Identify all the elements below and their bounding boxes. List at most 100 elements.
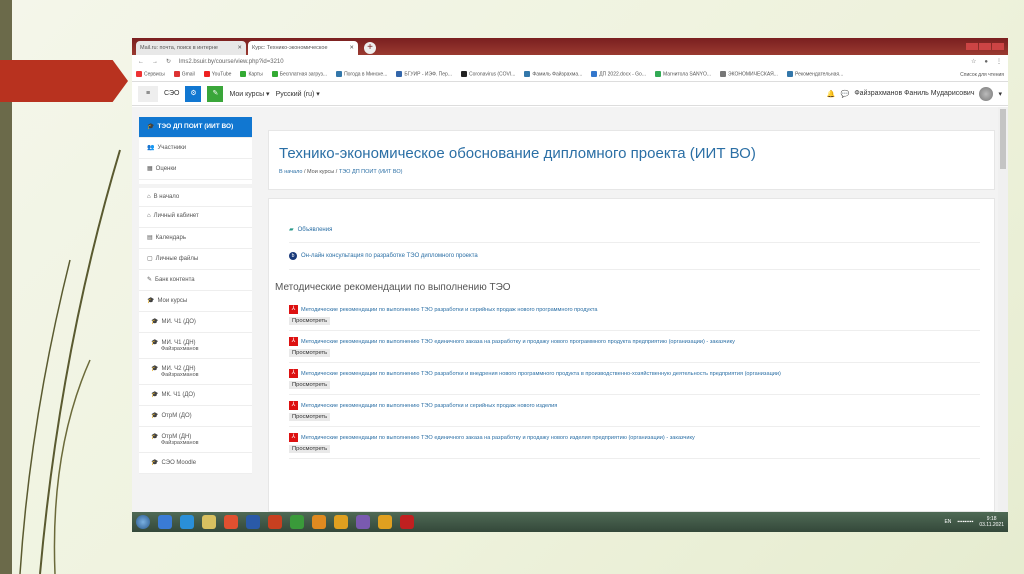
site-name[interactable]: СЭО — [164, 90, 179, 97]
pdf-icon: ⅄ — [289, 305, 298, 314]
sidebar-item[interactable]: 🎓 ОтрМ (ДН) Файзрахманов — [139, 427, 252, 453]
url-input[interactable]: lms2.bsuir.by/course/view.php?id=3210 — [179, 59, 963, 65]
taskbar-app-icon[interactable] — [334, 515, 348, 529]
sidebar-item[interactable]: 🎓 ОтрМ (ДО) — [139, 406, 252, 427]
course-content: ▰ Объявления b Он-лайн консультация по раз… — [268, 198, 995, 512]
sidebar-item[interactable]: ▦ Оценки — [139, 159, 252, 180]
start-button[interactable] — [136, 515, 150, 529]
bookmark-item[interactable]: Погода в Минске... — [336, 71, 387, 78]
resource-link[interactable]: Методические рекомендации по выполнению … — [301, 339, 735, 345]
taskbar-app-icon[interactable] — [312, 515, 326, 529]
menu-icon[interactable]: ⋮ — [996, 58, 1002, 65]
close-icon[interactable]: ✕ — [237, 45, 242, 51]
sidebar-item-label: Оценки — [155, 166, 177, 172]
taskbar-app-icon[interactable] — [180, 515, 194, 529]
taskbar-app-icon[interactable] — [224, 515, 238, 529]
language-menu[interactable]: Русский (ru) ▾ — [276, 90, 320, 98]
sidebar-item[interactable]: 🎓 Мои курсы — [139, 291, 252, 312]
bookmark-item[interactable]: Gmail — [173, 71, 195, 78]
back-icon[interactable]: ← — [138, 59, 144, 65]
chevron-down-icon[interactable]: ▾ — [998, 90, 1002, 98]
settings-button[interactable]: ⚙ — [185, 85, 202, 102]
language-indicator[interactable]: EN — [944, 519, 951, 525]
bookmark-item[interactable]: Сервисы — [136, 71, 165, 78]
menu-toggle-button[interactable]: ≡ — [138, 85, 158, 102]
graduation-cap-icon: 🎓 — [151, 460, 159, 466]
activity-link[interactable]: Он-лайн консультация по разработке ТЭО д… — [301, 253, 478, 259]
taskbar-app-icon[interactable] — [268, 515, 282, 529]
chat-icon[interactable]: 💬 — [841, 90, 850, 98]
sidebar-item[interactable]: ⌂ В начало — [139, 184, 252, 207]
bookmark-item[interactable]: Магнитола SANYO... — [655, 71, 711, 78]
avatar[interactable] — [979, 86, 994, 101]
taskbar-app-icon[interactable] — [400, 515, 414, 529]
sidebar-item[interactable]: ⌂ Личный кабинет — [139, 207, 252, 228]
my-courses-menu[interactable]: Мои курсы ▾ — [229, 90, 269, 98]
bell-icon[interactable]: 🔔 — [827, 90, 836, 98]
home-icon: ⌂ — [147, 194, 151, 200]
bookmark-item[interactable]: Бесплатная загруз... — [271, 71, 327, 78]
sidebar-item-label: Мои курсы — [157, 298, 188, 304]
sidebar-item[interactable]: ✎ Банк контента — [139, 270, 252, 291]
sidebar-item[interactable]: 🎓 МК. Ч1 (ДО) — [139, 385, 252, 406]
forward-icon[interactable]: → — [152, 59, 158, 65]
profile-icon[interactable]: ● — [984, 59, 988, 65]
bookmark-item[interactable]: Coronavirus (COVI... — [461, 71, 515, 78]
view-button[interactable]: Просмотреть — [289, 317, 331, 325]
close-icon[interactable]: ✕ — [349, 45, 354, 51]
bookmark-item[interactable]: Карты — [240, 71, 263, 78]
resource-link[interactable]: Методические рекомендации по выполнению … — [301, 371, 781, 377]
sidebar-item[interactable]: 🎓 ТЭО ДП ПОИТ (ИИТ ВО) — [139, 117, 252, 138]
new-tab-button[interactable]: + — [364, 42, 376, 54]
bookmark-icon — [271, 71, 278, 78]
breadcrumb-my-courses[interactable]: Мои курсы — [307, 169, 334, 175]
bookmark-item[interactable]: YouTube — [203, 71, 231, 78]
sidebar-item-label: В начало — [153, 194, 180, 200]
edit-button[interactable]: ✎ — [207, 85, 224, 102]
resource-link[interactable]: Методические рекомендации по выполнению … — [301, 307, 597, 313]
activity-link[interactable]: Объявления — [298, 227, 333, 233]
tab-mail[interactable]: Mail.ru: почта, поиск в интерне ✕ — [136, 41, 246, 55]
user-name[interactable]: Файзрахманов Фаниль Мударисович — [854, 90, 974, 97]
activity-bigbluebutton[interactable]: b Он-лайн консультация по разработке ТЭО … — [289, 243, 980, 270]
taskbar-app-icon[interactable] — [378, 515, 392, 529]
bookmark-item[interactable]: Фамиль Файзрахма... — [524, 71, 582, 78]
scrollbar[interactable] — [998, 107, 1008, 512]
taskbar-app-icon[interactable] — [202, 515, 216, 529]
taskbar-app-icon[interactable] — [158, 515, 172, 529]
taskbar-app-icon[interactable] — [246, 515, 260, 529]
sidebar-item[interactable]: ▢ Личные файлы — [139, 249, 252, 270]
sidebar-item-sub: Файзрахманов — [161, 440, 199, 446]
taskbar-app-icon[interactable] — [290, 515, 304, 529]
sidebar-item[interactable]: 👥 Участники — [139, 138, 252, 159]
users-icon: 👥 — [147, 145, 155, 151]
sidebar-item[interactable]: 🎓 МИ. Ч1 (ДО) — [139, 312, 252, 333]
tray-icons[interactable]: ▪▪▪▪▪▪▪▪▪ — [957, 519, 973, 525]
sidebar-item[interactable]: 🎓 СЭО Moodle — [139, 453, 252, 474]
view-button[interactable]: Просмотреть — [289, 349, 331, 357]
resource-link[interactable]: Методические рекомендации по выполнению … — [301, 435, 695, 441]
reload-icon[interactable]: ↻ — [166, 58, 171, 65]
taskbar-app-icon[interactable] — [356, 515, 370, 529]
breadcrumb-home[interactable]: В начало — [279, 169, 302, 175]
activity-announcements[interactable]: ▰ Объявления — [289, 217, 980, 243]
clock[interactable]: 9:18 03.11.2021 — [979, 516, 1004, 528]
bookmark-icon — [173, 71, 180, 78]
sidebar-item[interactable]: 🎓 МИ. Ч1 (ДН) Файзрахманов — [139, 333, 252, 359]
window-controls[interactable] — [966, 43, 1004, 50]
star-icon[interactable]: ☆ — [971, 58, 976, 65]
bookmark-item[interactable]: ДП 2022.docx - Go... — [591, 71, 646, 78]
bookmark-item[interactable]: ЭКОНОМИЧЕСКАЯ... — [720, 71, 778, 78]
resource-link[interactable]: Методические рекомендации по выполнению … — [301, 403, 557, 409]
grass-decoration — [19, 149, 121, 574]
view-button[interactable]: Просмотреть — [289, 445, 331, 453]
bookmark-item[interactable]: БГУИР - ИЭФ. Пер... — [396, 71, 452, 78]
tab-course[interactable]: Курс: Технико-экономическое ✕ — [248, 41, 358, 55]
sidebar-item[interactable]: ▤ Календарь — [139, 228, 252, 249]
breadcrumb-course[interactable]: ТЭО ДП ПОИТ (ИИТ ВО) — [339, 169, 403, 175]
sidebar-item[interactable]: 🎓 МИ. Ч2 (ДН) Файзрахманов — [139, 359, 252, 385]
view-button[interactable]: Просмотреть — [289, 413, 331, 421]
bookmark-item[interactable]: Рекомендательная... — [786, 71, 843, 78]
view-button[interactable]: Просмотреть — [289, 381, 331, 389]
reading-list[interactable]: Список для чтения — [960, 72, 1004, 78]
